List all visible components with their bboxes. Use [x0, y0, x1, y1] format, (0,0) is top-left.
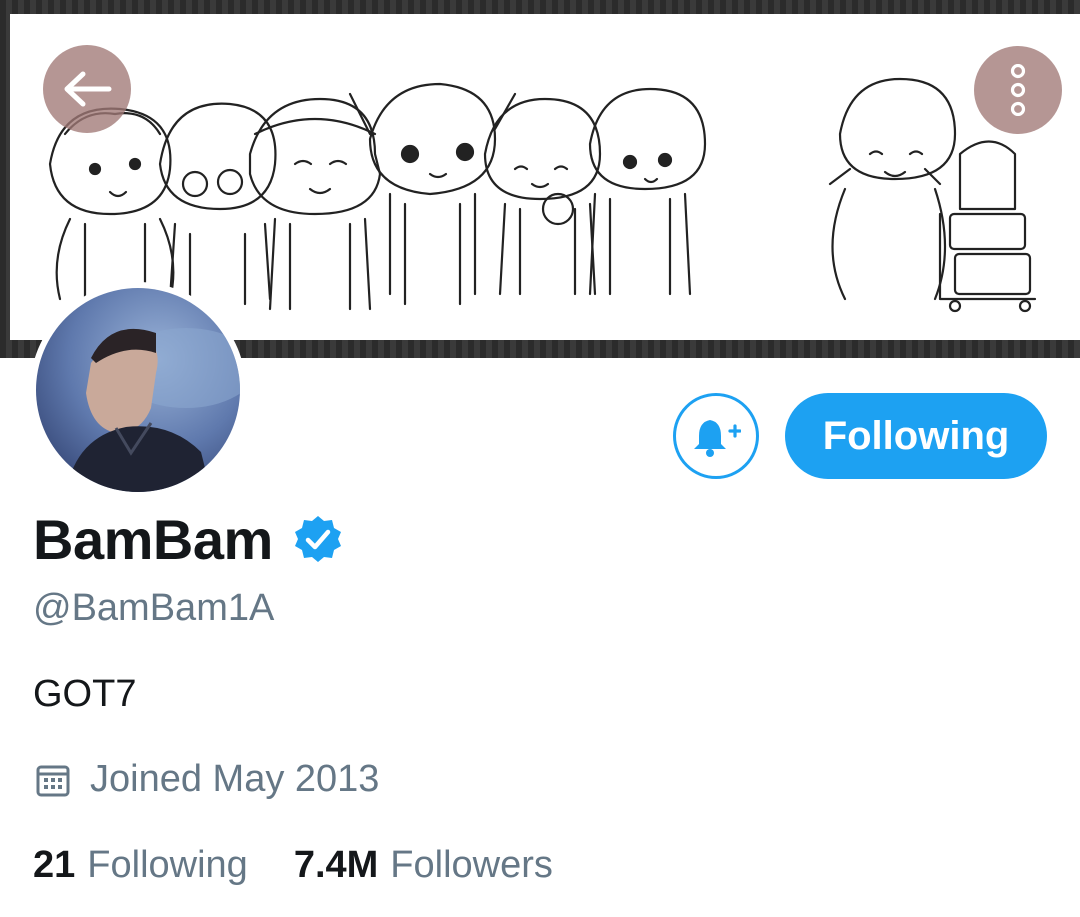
- followers-count: 7.4M: [293, 844, 379, 886]
- profile-page: Following BamBam @BamBam1A GOT7 Joined M…: [0, 0, 1080, 917]
- user-handle: @BamBam1A: [33, 587, 275, 629]
- follow-stats: 21 Following 7.4M Followers: [33, 844, 553, 887]
- following-stat[interactable]: 21 Following: [33, 844, 248, 887]
- joined-date-row: Joined May 2013: [36, 758, 379, 801]
- vertical-dots-icon: [1010, 64, 1026, 116]
- avatar-photo: [36, 288, 240, 492]
- following-count: 21: [33, 844, 76, 886]
- following-label: Following: [87, 844, 248, 886]
- arrow-left-icon: [64, 71, 112, 107]
- verified-badge-icon: [294, 516, 341, 562]
- name-row: BamBam: [33, 506, 343, 572]
- bell-plus-icon: [694, 420, 741, 457]
- followers-stat[interactable]: 7.4M Followers: [294, 844, 553, 887]
- followers-label: Followers: [390, 844, 553, 886]
- display-name: BamBam: [33, 507, 273, 571]
- more-options-button[interactable]: [974, 46, 1062, 134]
- profile-avatar[interactable]: [30, 282, 246, 498]
- joined-date-text: Joined May 2013: [90, 758, 380, 800]
- back-button[interactable]: [43, 45, 131, 133]
- calendar-icon: [36, 765, 70, 796]
- profile-bio: GOT7: [33, 673, 137, 715]
- following-button[interactable]: Following: [785, 393, 1047, 479]
- notifications-toggle-button[interactable]: [673, 393, 759, 479]
